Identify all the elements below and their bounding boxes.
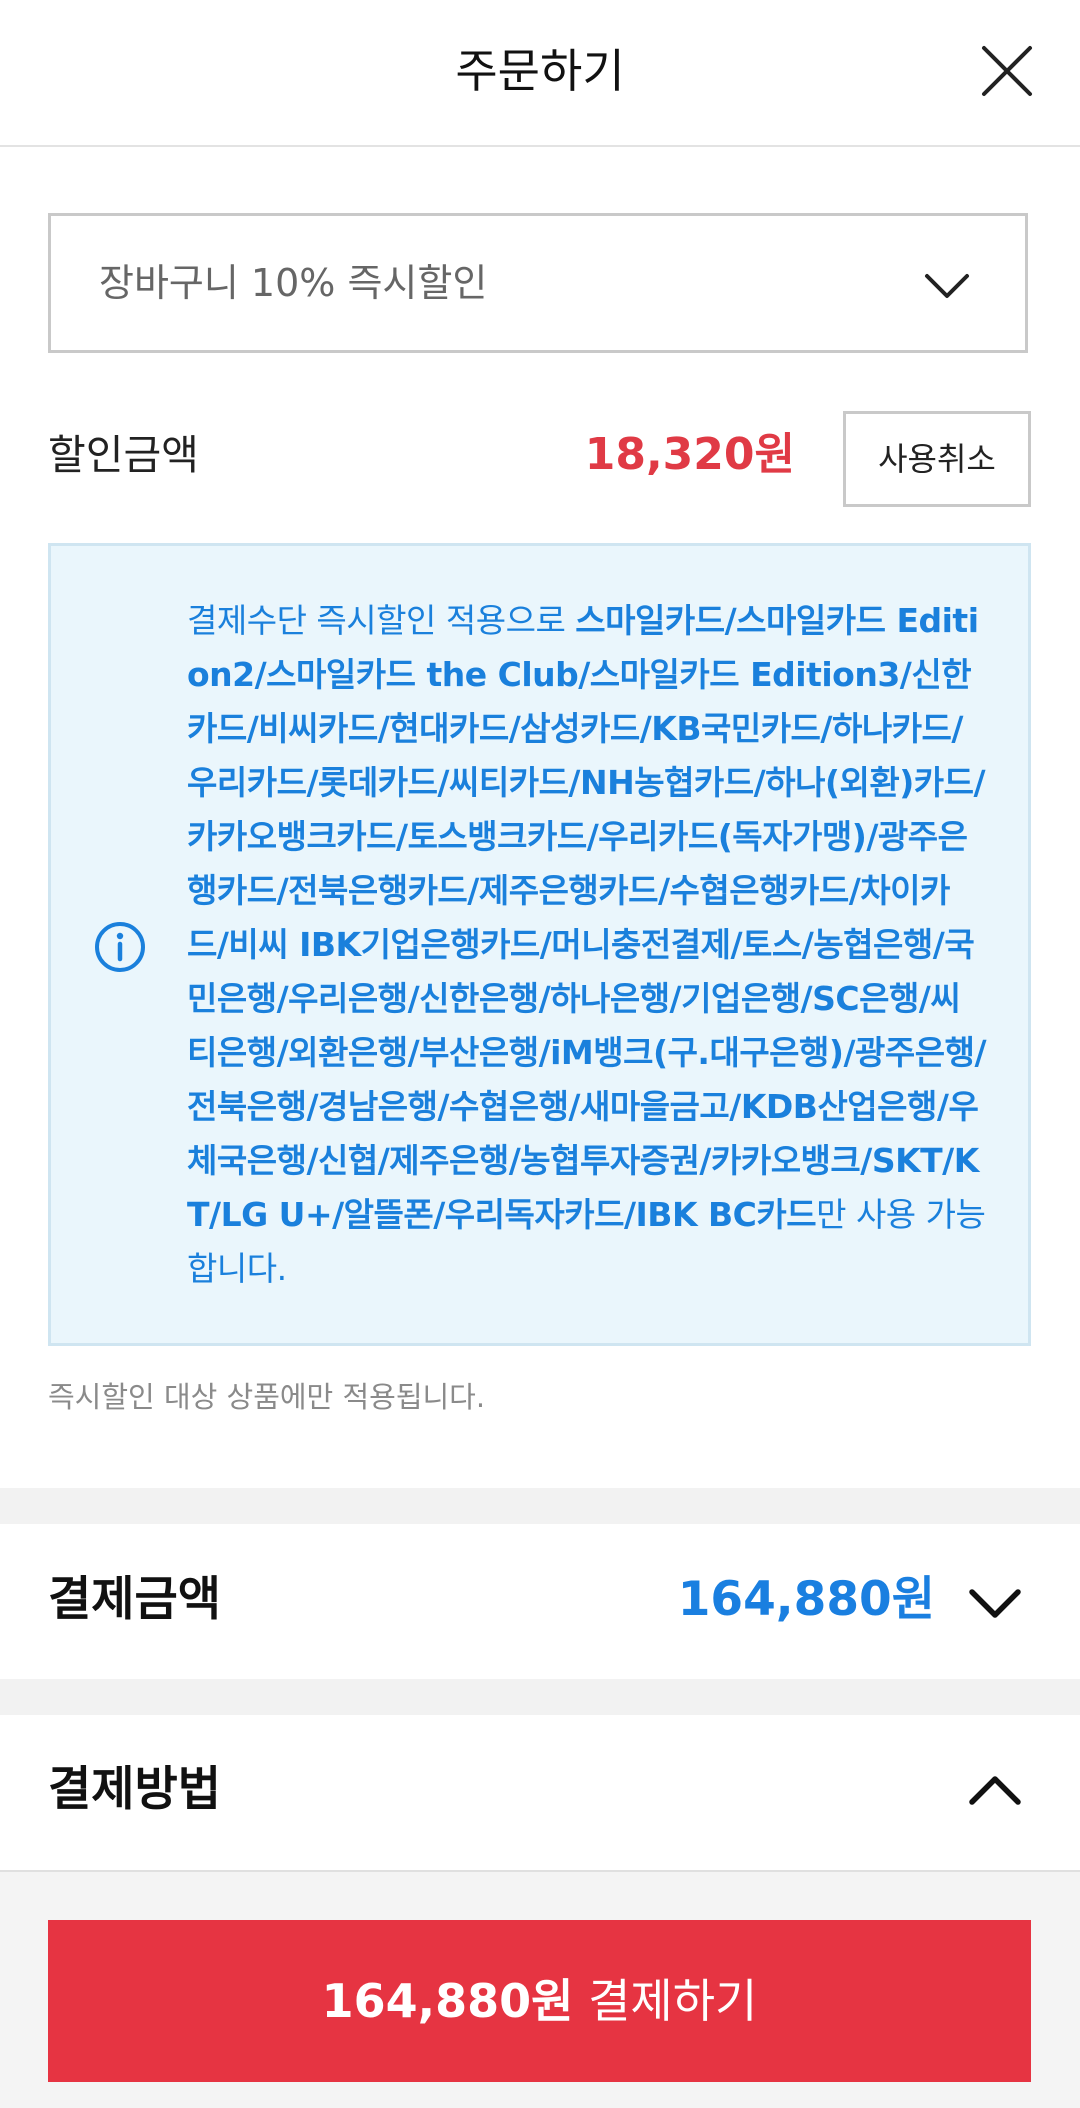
info-eligible-methods: 스마일카드/스마일카드 Edition2/스마일카드 the Club/스마일카… xyxy=(187,601,987,1234)
info-icon xyxy=(95,922,145,972)
info-text: 결제수단 즉시할인 적용으로 스마일카드/스마일카드 Edition2/스마일카… xyxy=(187,594,987,1296)
payment-discount-info-box: 결제수단 즉시할인 적용으로 스마일카드/스마일카드 Edition2/스마일카… xyxy=(48,543,1031,1346)
discount-select[interactable]: 장바구니 10% 즉시할인 xyxy=(48,213,1028,353)
chevron-down-icon[interactable] xyxy=(964,1572,1026,1634)
section-divider xyxy=(0,1679,1080,1715)
info-text-prefix: 결제수단 즉시할인 적용으로 xyxy=(187,601,576,640)
discount-select-value: 장바구니 10% 즉시할인 xyxy=(99,261,488,305)
close-icon xyxy=(982,46,1032,96)
payment-method-section[interactable]: 결제방법 xyxy=(0,1715,1080,1870)
cancel-discount-button[interactable]: 사용취소 xyxy=(843,411,1031,507)
close-button[interactable] xyxy=(976,40,1038,102)
payment-method-title: 결제방법 xyxy=(48,1762,221,1817)
page-title: 주문하기 xyxy=(455,44,625,98)
payment-amount-value: 164,880원 xyxy=(677,1572,935,1627)
header: 주문하기 xyxy=(0,0,1080,147)
section-divider xyxy=(0,1488,1080,1524)
pay-button-amount: 164,880원 xyxy=(321,1974,574,2028)
chevron-up-icon[interactable] xyxy=(964,1760,1026,1822)
discount-amount-value: 18,320원 xyxy=(584,429,795,480)
discount-amount-label: 할인금액 xyxy=(48,431,199,479)
discount-note: 즉시할인 대상 상품에만 적용됩니다. xyxy=(48,1380,486,1414)
pay-button-label: 결제하기 xyxy=(573,1974,758,2028)
chevron-down-icon xyxy=(925,274,969,298)
payment-amount-title: 결제금액 xyxy=(48,1572,221,1627)
pay-button[interactable]: 164,880원 결제하기 xyxy=(48,1920,1031,2082)
